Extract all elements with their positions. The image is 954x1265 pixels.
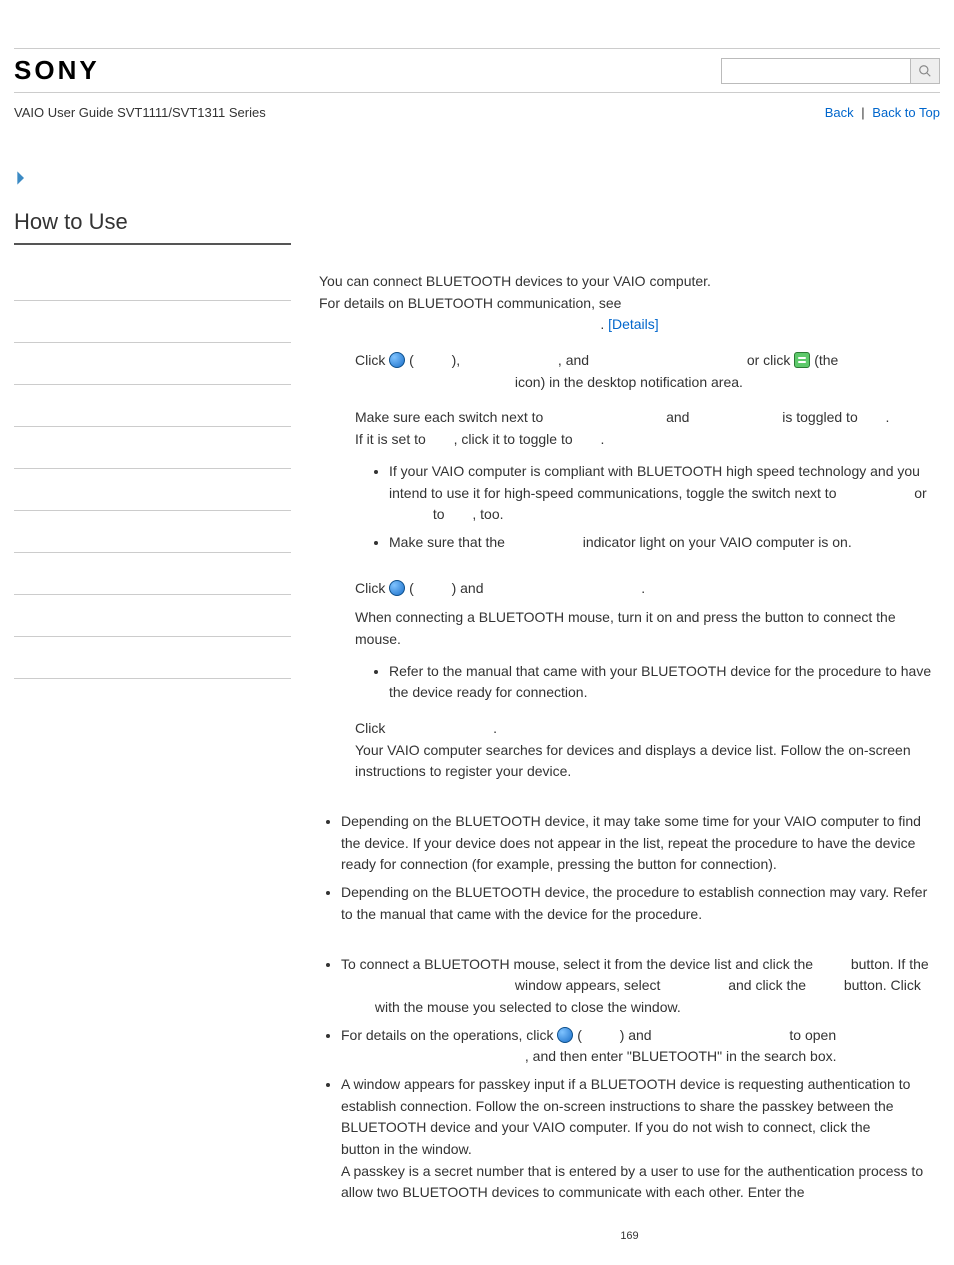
sidebar-item[interactable]	[14, 385, 291, 427]
step-2-notes: If your VAIO computer is compliant with …	[355, 461, 940, 554]
notification-icon	[794, 352, 810, 368]
page-number: 169	[319, 1228, 940, 1245]
sidebar-item[interactable]	[14, 637, 291, 679]
start-icon	[389, 352, 405, 368]
back-to-top-link[interactable]: Back to Top	[872, 105, 940, 120]
search-box	[721, 58, 940, 84]
chevron-right-icon	[14, 170, 30, 186]
sidebar-item[interactable]	[14, 427, 291, 469]
search-button[interactable]	[910, 58, 940, 84]
guide-title: VAIO User Guide SVT1111/SVT1311 Series	[14, 105, 266, 120]
breadcrumb-chevron[interactable]	[14, 170, 940, 189]
sidebar-item[interactable]	[14, 259, 291, 301]
sidebar-list	[14, 259, 291, 679]
intro-line-1: You can connect BLUETOOTH devices to you…	[319, 271, 940, 293]
intro-line-2: For details on BLUETOOTH communication, …	[319, 293, 940, 315]
sidebar-title: How to Use	[14, 209, 291, 245]
nav-links: Back | Back to Top	[825, 105, 940, 120]
step-4: Click . Your VAIO computer searches for …	[319, 718, 940, 783]
sidebar-item[interactable]	[14, 511, 291, 553]
sidebar-item[interactable]	[14, 469, 291, 511]
sidebar-item[interactable]	[14, 595, 291, 637]
notes-section-a: Depending on the BLUETOOTH device, it ma…	[319, 811, 940, 925]
search-icon	[918, 64, 932, 78]
step-3: Click ( ) and . When connecting a BLUETO…	[319, 578, 940, 710]
notes-section-b: To connect a BLUETOOTH mouse, select it …	[319, 954, 940, 1205]
sidebar-item[interactable]	[14, 343, 291, 385]
step-3-notes: Refer to the manual that came with your …	[355, 661, 940, 704]
step-2: Make sure each switch next to and is tog…	[319, 407, 940, 559]
start-icon	[389, 580, 405, 596]
details-link[interactable]: [Details]	[608, 316, 659, 332]
back-link[interactable]: Back	[825, 105, 854, 120]
sidebar-item[interactable]	[14, 553, 291, 595]
main-content: You can connect BLUETOOTH devices to you…	[319, 209, 940, 1245]
sidebar-item[interactable]	[14, 301, 291, 343]
start-icon	[557, 1027, 573, 1043]
brand-logo: SONY	[14, 55, 100, 86]
step-1: Click ( ), , and or click (the icon) in …	[319, 350, 940, 393]
details-row: . [Details]	[319, 314, 940, 336]
search-input[interactable]	[721, 58, 911, 84]
